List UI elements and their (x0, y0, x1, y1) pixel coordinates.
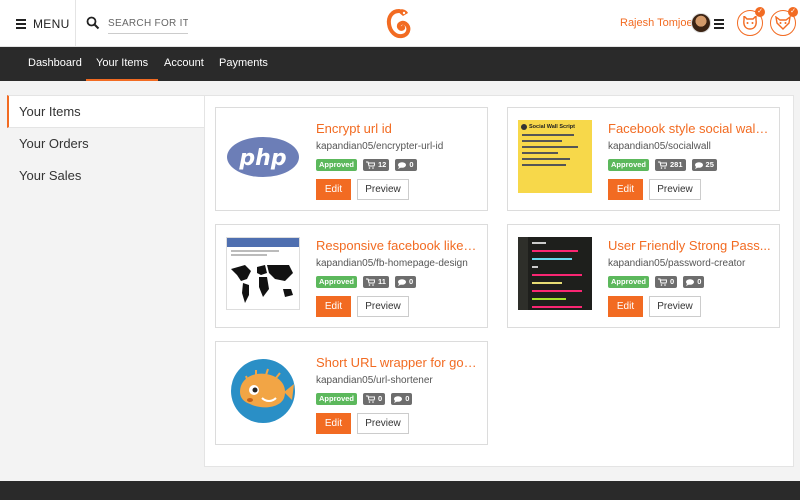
item-card: Social Wall Script Facebook style social… (507, 107, 780, 211)
item-slug: kapandian05/fb-homepage-design (316, 258, 468, 269)
comment-count: 0 (405, 394, 410, 403)
cart-count: 0 (670, 277, 675, 286)
items-panel: php Encrypt url id kapandian05/encrypter… (204, 95, 794, 467)
nav-account[interactable]: Account (164, 47, 204, 81)
search-icon (86, 16, 100, 30)
status-badge: Approved (316, 159, 358, 171)
preview-button[interactable]: Preview (357, 296, 409, 317)
comment-count-badge: 0 (391, 393, 413, 405)
comment-count: 25 (705, 160, 714, 169)
edit-button[interactable]: Edit (608, 179, 643, 200)
check-badge-icon: ✓ (788, 7, 798, 17)
cart-count: 281 (670, 160, 683, 169)
status-badge: Approved (316, 393, 358, 405)
php-logo-thumbnail[interactable]: php (226, 120, 300, 193)
chameleon-logo-icon (386, 9, 411, 39)
thumbnail-caption: Social Wall Script (529, 124, 575, 130)
item-title[interactable]: Facebook style social wall ... (608, 121, 771, 136)
item-card: User Friendly Strong Pass... kapandian05… (507, 224, 780, 328)
menu-label: MENU (33, 16, 70, 31)
item-slug: kapandian05/socialwall (608, 141, 711, 152)
cart-count-badge: 0 (363, 393, 386, 405)
world-map-thumbnail[interactable] (226, 237, 300, 310)
comment-icon (398, 161, 407, 169)
sidebar-item-your-sales[interactable]: Your Sales (7, 160, 205, 193)
status-badge: Approved (608, 159, 650, 171)
preview-button[interactable]: Preview (649, 179, 701, 200)
edit-button[interactable]: Edit (316, 179, 351, 200)
edit-button[interactable]: Edit (608, 296, 643, 317)
nav-payments[interactable]: Payments (219, 47, 268, 81)
svg-text:php: php (238, 146, 286, 171)
comment-count: 0 (697, 277, 702, 286)
comment-count-badge: 0 (683, 276, 705, 288)
item-slug: kapandian05/encrypter-url-id (316, 141, 444, 152)
preview-button[interactable]: Preview (357, 413, 409, 434)
cart-count: 0 (378, 394, 383, 403)
code-editor-thumbnail[interactable] (518, 237, 592, 310)
cat-face-icon (743, 16, 757, 30)
cart-count-badge: 11 (363, 276, 389, 288)
comment-count: 0 (408, 277, 414, 286)
nav-your-items[interactable]: Your Items (86, 47, 159, 81)
fox-mascot-button[interactable]: ✓ (770, 7, 798, 36)
cart-count-badge: 12 (363, 159, 390, 171)
preview-button[interactable]: Preview (649, 296, 701, 317)
search-input[interactable] (108, 14, 188, 34)
user-name[interactable]: Rajesh Tomjoe (620, 17, 693, 29)
user-menu-icon[interactable] (714, 17, 724, 31)
item-card: php Encrypt url id kapandian05/encrypter… (215, 107, 488, 211)
top-header: MENU Rajesh Tomjoe ✓ ✓ (0, 0, 800, 47)
cart-count-badge: 0 (655, 276, 678, 288)
pufferfish-thumbnail[interactable] (226, 354, 300, 427)
item-slug: kapandian05/url-shortener (316, 375, 433, 386)
cart-icon (658, 278, 668, 286)
comment-count-badge: 25 (691, 159, 717, 171)
comment-count-badge: 0 (395, 159, 417, 171)
cart-count: 12 (378, 160, 387, 169)
item-title[interactable]: Short URL wrapper for goo... (316, 355, 479, 370)
item-title[interactable]: Encrypt url id (316, 121, 479, 136)
footer-bar (0, 481, 800, 500)
item-card: Responsive facebook like s... kapandian0… (215, 224, 488, 328)
fox-face-icon (775, 16, 791, 30)
item-title[interactable]: Responsive facebook like s... (316, 238, 479, 253)
comment-icon (686, 278, 695, 286)
comment-count-badge: 0 (394, 276, 417, 288)
cart-count: 11 (378, 277, 386, 286)
cart-icon (366, 161, 376, 169)
cat-mascot-button[interactable]: ✓ (737, 7, 765, 36)
item-title[interactable]: User Friendly Strong Pass... (608, 238, 771, 253)
preview-button[interactable]: Preview (357, 179, 409, 200)
status-badge: Approved (608, 276, 650, 288)
cart-count-badge: 281 (655, 159, 686, 171)
cart-icon (658, 161, 668, 169)
sidebar: Your Items Your Orders Your Sales (7, 95, 205, 193)
social-wall-logo-icon (521, 124, 527, 130)
comment-icon (397, 278, 406, 286)
check-badge-icon: ✓ (755, 7, 765, 17)
comment-icon (694, 161, 703, 169)
item-slug: kapandian05/password-creator (608, 258, 746, 269)
cart-icon (366, 395, 376, 403)
comment-icon (394, 395, 403, 403)
main-nav: Dashboard Your Items Account Payments (0, 47, 800, 81)
edit-button[interactable]: Edit (316, 413, 351, 434)
avatar[interactable] (691, 13, 711, 33)
social-wall-thumbnail[interactable]: Social Wall Script (518, 120, 592, 193)
nav-dashboard[interactable]: Dashboard (28, 47, 82, 81)
cart-icon (366, 278, 376, 286)
hamburger-icon (16, 17, 26, 31)
comment-count: 0 (409, 160, 414, 169)
menu-button[interactable]: MENU (0, 0, 76, 47)
item-card: Short URL wrapper for goo... kapandian05… (215, 341, 488, 445)
edit-button[interactable]: Edit (316, 296, 351, 317)
status-badge: Approved (316, 276, 358, 288)
sidebar-item-your-items[interactable]: Your Items (7, 95, 205, 128)
sidebar-item-your-orders[interactable]: Your Orders (7, 128, 205, 161)
